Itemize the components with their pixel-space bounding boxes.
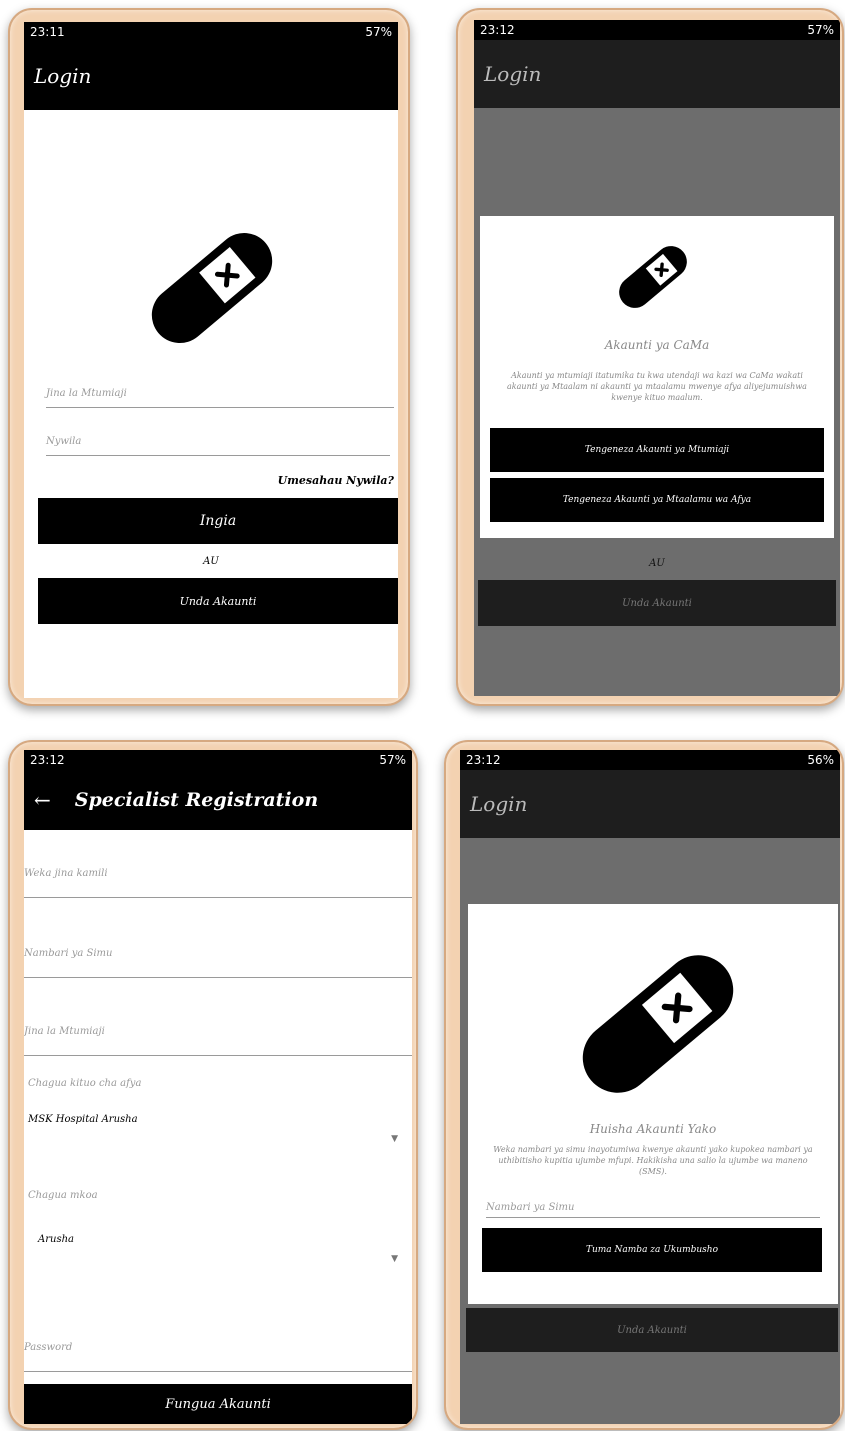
facility-label: Chagua kituo cha afya — [28, 1078, 142, 1089]
status-bar: 23:12 57% — [474, 20, 840, 40]
status-bar: 23:11 57% — [24, 22, 398, 42]
registration-screen: 23:12 57% ← Specialist Registration Weka… — [24, 750, 412, 1424]
pill-logo-icon — [558, 924, 758, 1124]
chevron-down-icon: ▼ — [391, 1134, 398, 1144]
phone-frame-reset: 23:12 56% Login Huisha Akaunti Yako Weka… — [444, 740, 844, 1430]
username-placeholder: Jina la Mtumiaji — [46, 388, 127, 399]
back-arrow-icon[interactable]: ← — [24, 788, 69, 812]
password-field[interactable]: Nywila — [46, 436, 390, 456]
phone-placeholder: Nambari ya Simu — [24, 948, 113, 959]
or-separator: AU — [203, 556, 219, 567]
reset-screen: 23:12 56% Login Huisha Akaunti Yako Weka… — [460, 750, 840, 1424]
phone-field[interactable]: Nambari ya Simu — [486, 1202, 820, 1218]
create-specialist-account-button[interactable]: Tengeneza Akaunti ya Mtaalamu wa Afya — [490, 478, 824, 522]
status-battery: 57% — [379, 753, 406, 767]
dimmed-create-account-button: Unda Akaunti — [466, 1308, 838, 1352]
status-time: 23:12 — [480, 23, 515, 37]
page-title: Login — [484, 62, 542, 86]
fullname-field[interactable]: Weka jina kamili — [24, 862, 412, 898]
phone-frame-login: 23:11 57% Login Jina la Mtumiaji Nywila … — [8, 8, 410, 706]
submit-button[interactable]: Fungua Akaunti — [24, 1384, 412, 1424]
dimmed-create-account-button: Unda Akaunti — [478, 580, 836, 626]
fullname-placeholder: Weka jina kamili — [24, 868, 108, 879]
app-bar: Login — [24, 42, 398, 110]
password-placeholder: Nywila — [46, 436, 82, 447]
create-user-account-button[interactable]: Tengeneza Akaunti ya Mtumiaji — [490, 428, 824, 472]
forgot-password-link[interactable]: Umesahau Nywila? — [278, 474, 394, 487]
dimmed-or-separator: AU — [649, 558, 665, 569]
phone-placeholder: Nambari ya Simu — [486, 1202, 575, 1213]
dialog-body: Weka nambari ya simu inayotumiwa kwenye … — [493, 1145, 813, 1176]
status-bar: 23:12 57% — [24, 750, 412, 770]
chevron-down-icon: ▼ — [391, 1254, 398, 1264]
status-time: 23:11 — [30, 25, 65, 39]
pill-logo-icon — [608, 232, 698, 322]
app-bar: ← Specialist Registration — [24, 770, 412, 830]
status-time: 23:12 — [30, 753, 65, 767]
phone-frame-registration: 23:12 57% ← Specialist Registration Weka… — [8, 740, 418, 1430]
password-field[interactable]: Password — [24, 1336, 412, 1372]
status-bar: 23:12 56% — [460, 750, 840, 770]
username-field[interactable]: Jina la Mtumiaji — [46, 388, 394, 408]
status-time: 23:12 — [466, 753, 501, 767]
dialog-title: Akaunti ya CaMa — [604, 338, 710, 352]
region-select[interactable]: Arusha ▼ — [24, 1226, 412, 1280]
username-placeholder: Jina la Mtumiaji — [24, 1026, 105, 1037]
page-title: Login — [34, 64, 92, 88]
status-battery: 57% — [365, 25, 392, 39]
status-battery: 57% — [807, 23, 834, 37]
login-button[interactable]: Ingia — [38, 498, 398, 544]
app-bar: Login — [460, 770, 840, 838]
page-title: Login — [470, 792, 528, 816]
phone-field[interactable]: Nambari ya Simu — [24, 942, 412, 978]
page-title: Specialist Registration — [74, 789, 319, 811]
region-value: Arusha — [38, 1234, 74, 1245]
facility-select[interactable]: MSK Hospital Arusha ▼ — [24, 1106, 412, 1160]
reset-account-dialog: Huisha Akaunti Yako Weka nambari ya simu… — [468, 904, 838, 1304]
login-screen: 23:11 57% Login Jina la Mtumiaji Nywila … — [24, 22, 398, 698]
facility-value: MSK Hospital Arusha — [28, 1114, 138, 1125]
pill-logo-icon — [132, 208, 292, 368]
username-field[interactable]: Jina la Mtumiaji — [24, 1020, 412, 1056]
create-account-button[interactable]: Unda Akaunti — [38, 578, 398, 624]
password-placeholder: Password — [24, 1342, 73, 1353]
account-type-screen: 23:12 57% Login AU Unda Akaunti Akaunti … — [474, 20, 840, 696]
dialog-body: Akaunti ya mtumiaji itatumika tu kwa ute… — [507, 371, 807, 402]
account-type-dialog: Akaunti ya CaMa Akaunti ya mtumiaji itat… — [480, 216, 834, 538]
app-bar: Login — [474, 40, 840, 108]
status-battery: 56% — [807, 753, 834, 767]
phone-frame-account-type: 23:12 57% Login AU Unda Akaunti Akaunti … — [456, 8, 844, 706]
region-label: Chagua mkoa — [28, 1190, 98, 1201]
send-code-button[interactable]: Tuma Namba za Ukumbusho — [482, 1228, 822, 1272]
dialog-title: Huisha Akaunti Yako — [589, 1122, 717, 1136]
